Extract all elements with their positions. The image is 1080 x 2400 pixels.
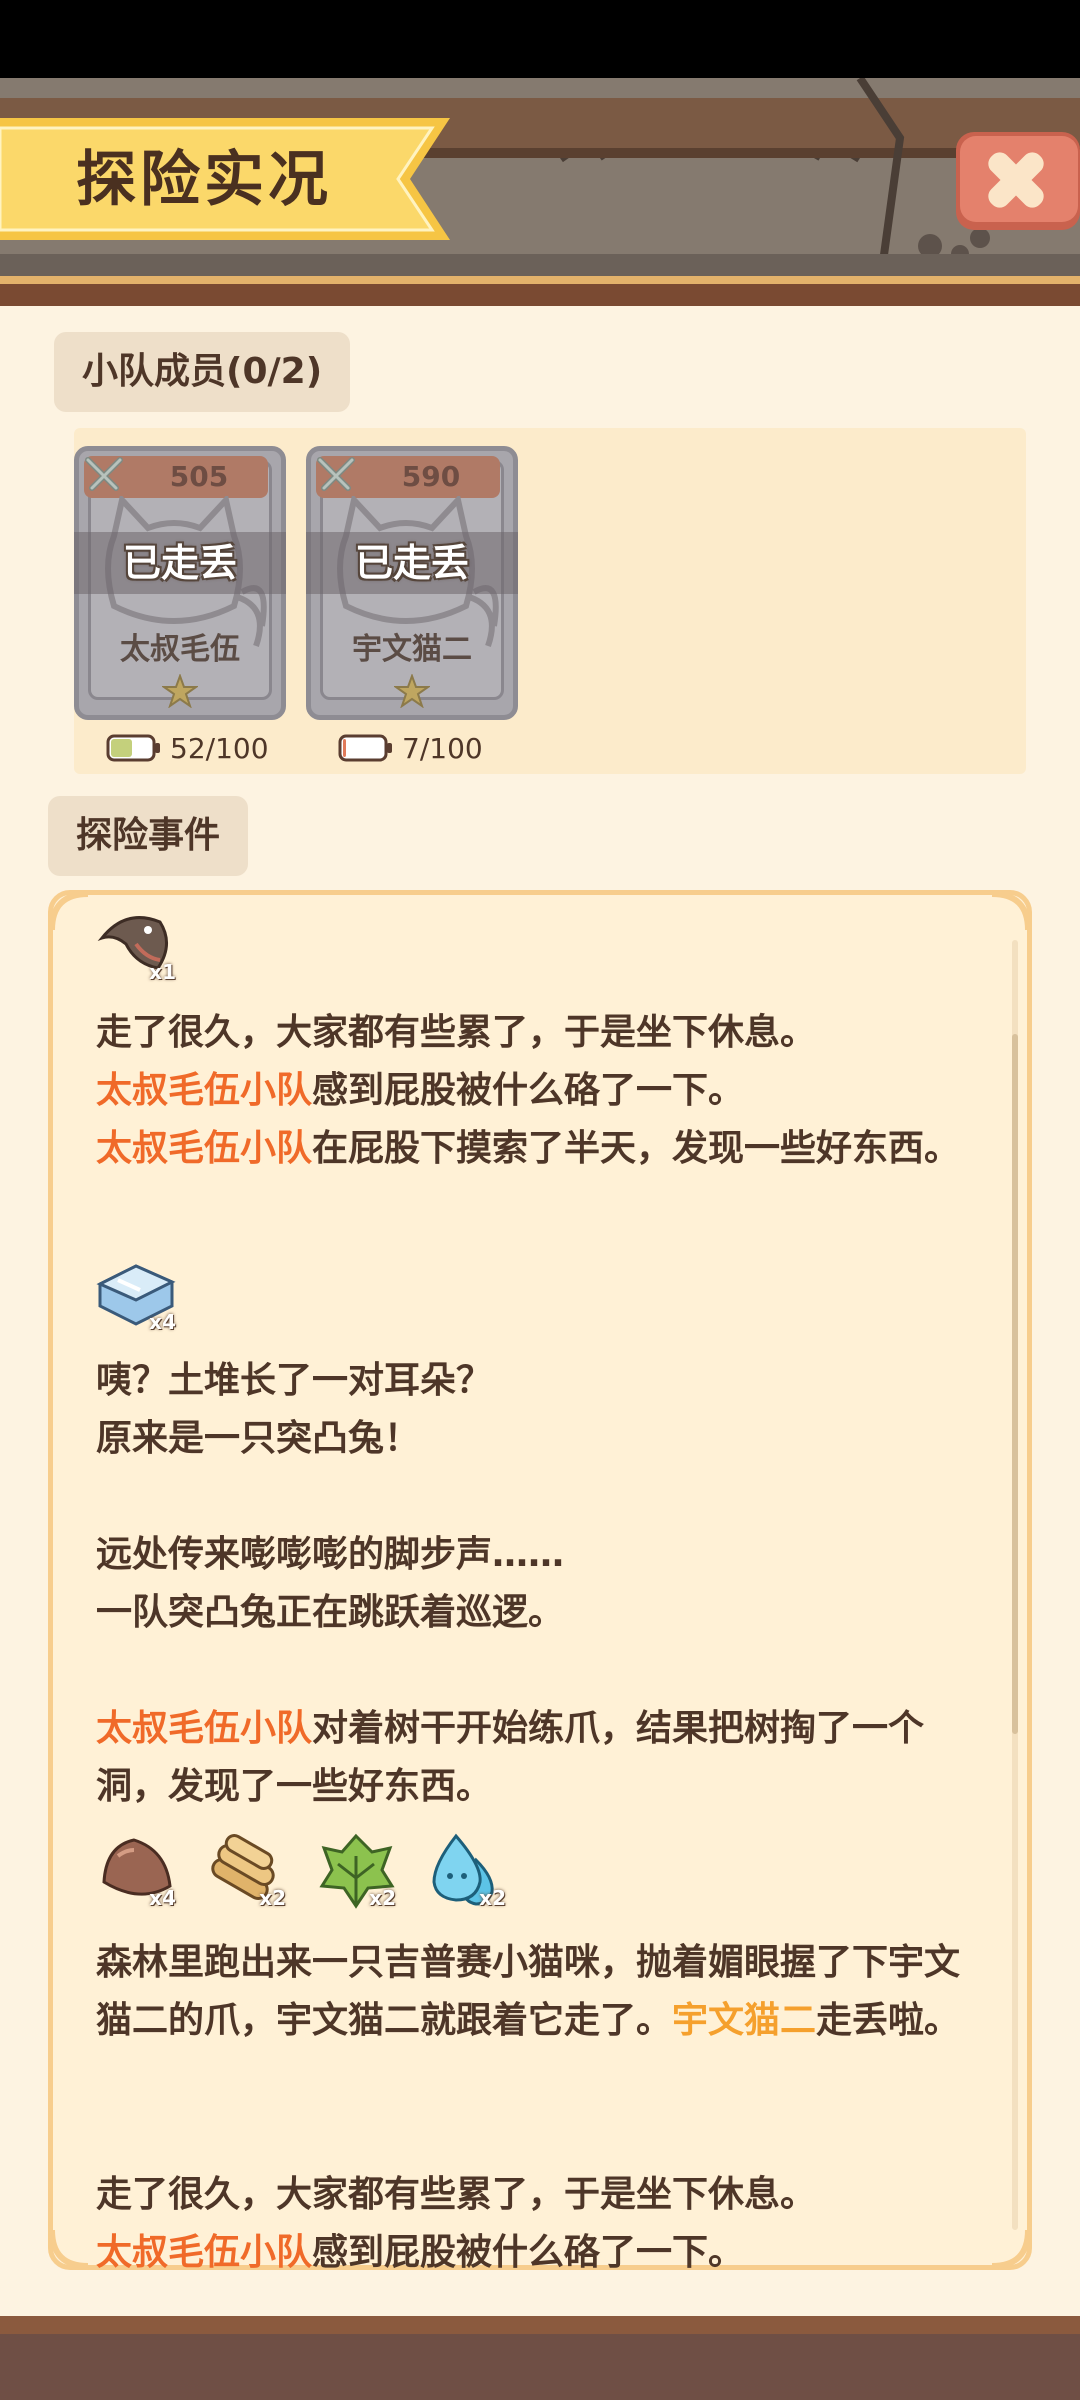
scrollbar-thumb[interactable] (1012, 1034, 1018, 1734)
item-quantity: x1 (149, 960, 176, 984)
star-icon (162, 674, 198, 708)
lost-status: 已走丢 (122, 541, 237, 585)
page-title: 探险实况 (76, 145, 332, 215)
item-fish[interactable]: x1 (96, 904, 176, 984)
battery-fill (343, 739, 346, 757)
item-quantity: x2 (369, 1886, 396, 1910)
log-text: 感到屁股被什么硌了一下。 (312, 1070, 745, 1111)
log-line: 原来是一只突凸兔！ (96, 1418, 421, 1459)
item-water[interactable]: x2 (426, 1830, 506, 1910)
log-text: 走丢啦。 (816, 2000, 961, 2041)
power-value: 505 (169, 460, 229, 493)
battery-icon (338, 734, 392, 762)
log-paragraph: 太叔毛伍小队对着树干开始练爪，结果把树掏了一个洞，发现了一些好东西。 (96, 1700, 986, 1816)
log-line: 太叔毛伍小队在屁股下摸索了半天，发现一些好东西。 (96, 1120, 976, 1178)
log-text: 在屁股下摸索了半天，发现一些好东西。 (312, 1128, 961, 1169)
log-line: 太叔毛伍小队对着树干开始练爪，结果把树掏了一个洞，发现了一些好东西。 (96, 1700, 986, 1816)
item-quantity: x4 (149, 1886, 176, 1910)
energy-value: 7/100 (402, 731, 483, 765)
team-tab: 小队成员(0/2) (54, 332, 351, 412)
member-card[interactable]: 590 已走丢 宇文猫二 (306, 446, 518, 720)
energy-value: 52/100 (170, 731, 269, 765)
events-tab: 探险事件 (48, 796, 249, 876)
cat-highlight: 宇文猫二 (672, 2000, 817, 2041)
member-name: 太叔毛伍 (120, 632, 240, 667)
corner-ornament (49, 891, 89, 931)
header-divider (0, 276, 1080, 306)
item-quantity: x2 (259, 1886, 286, 1910)
log-line: 太叔毛伍小队感到屁股被什么硌了一下。 (96, 2224, 996, 2268)
item-quantity: x4 (149, 1310, 176, 1334)
lost-status: 已走丢 (354, 541, 469, 585)
team-highlight: 太叔毛伍小队 (96, 1128, 313, 1169)
corner-ornament (49, 2229, 89, 2269)
corner-ornament (991, 891, 1031, 931)
item-ice[interactable]: x4 (96, 1254, 176, 1334)
log-line: 太叔毛伍小队感到屁股被什么硌了一下。 (96, 1062, 996, 1120)
item-wood[interactable]: x2 (206, 1830, 286, 1910)
crossed-swords-icon (85, 457, 123, 491)
log-paragraph: 走了很久，大家都有些累了，于是坐下休息。 太叔毛伍小队感到屁股被什么硌了一下。 … (96, 1004, 996, 1178)
item-chestnut[interactable]: x4 (96, 1830, 176, 1910)
log-line: 一队突凸兔正在跳跃着巡逻。 (96, 1592, 565, 1633)
power-value: 590 (401, 460, 461, 493)
log-line: 走了很久，大家都有些累了，于是坐下休息。 (96, 1012, 817, 1053)
close-icon (956, 132, 1080, 230)
log-paragraph: 咦？土堆长了一对耳朵？ 原来是一只突凸兔！ (96, 1352, 996, 1468)
energy-indicator: 52/100 (106, 728, 269, 768)
log-line: 走了很久，大家都有些累了，于是坐下休息。 (96, 2174, 817, 2215)
close-button[interactable] (952, 130, 1080, 234)
crossed-swords-icon (317, 457, 355, 491)
bottom-bar (0, 2316, 1080, 2400)
team-highlight: 太叔毛伍小队 (96, 2232, 313, 2268)
log-line: 咦？土堆长了一对耳朵？ (96, 1360, 493, 1401)
team-highlight: 太叔毛伍小队 (96, 1070, 313, 1111)
log-paragraph: 森林里跑出来一只吉普赛小猫咪，抛着媚眼握了下宇文猫二的爪，宇文猫二就跟着它走了。… (96, 1934, 986, 2050)
star-icon (394, 674, 430, 708)
energy-indicator: 7/100 (338, 728, 483, 768)
item-leaf[interactable]: x2 (316, 1830, 396, 1910)
status-bar (0, 0, 1080, 78)
log-text: 感到屁股被什么硌了一下。 (312, 2232, 745, 2268)
item-quantity: x2 (479, 1886, 506, 1910)
log-paragraph: 远处传来嘭嘭嘭的脚步声…… 一队突凸兔正在跳跃着巡逻。 (96, 1526, 996, 1642)
battery-fill (111, 739, 132, 757)
log-line: 远处传来嘭嘭嘭的脚步声…… (96, 1534, 565, 1575)
member-name: 宇文猫二 (352, 632, 472, 667)
team-highlight: 太叔毛伍小队 (96, 1708, 313, 1749)
log-line: 森林里跑出来一只吉普赛小猫咪，抛着媚眼握了下宇文猫二的爪，宇文猫二就跟着它走了。… (96, 1934, 986, 2050)
member-card[interactable]: 505 已走丢 太叔毛伍 (74, 446, 286, 720)
battery-icon (106, 734, 160, 762)
log-paragraph: 走了很久，大家都有些累了，于是坐下休息。 太叔毛伍小队感到屁股被什么硌了一下。 (96, 2166, 996, 2268)
